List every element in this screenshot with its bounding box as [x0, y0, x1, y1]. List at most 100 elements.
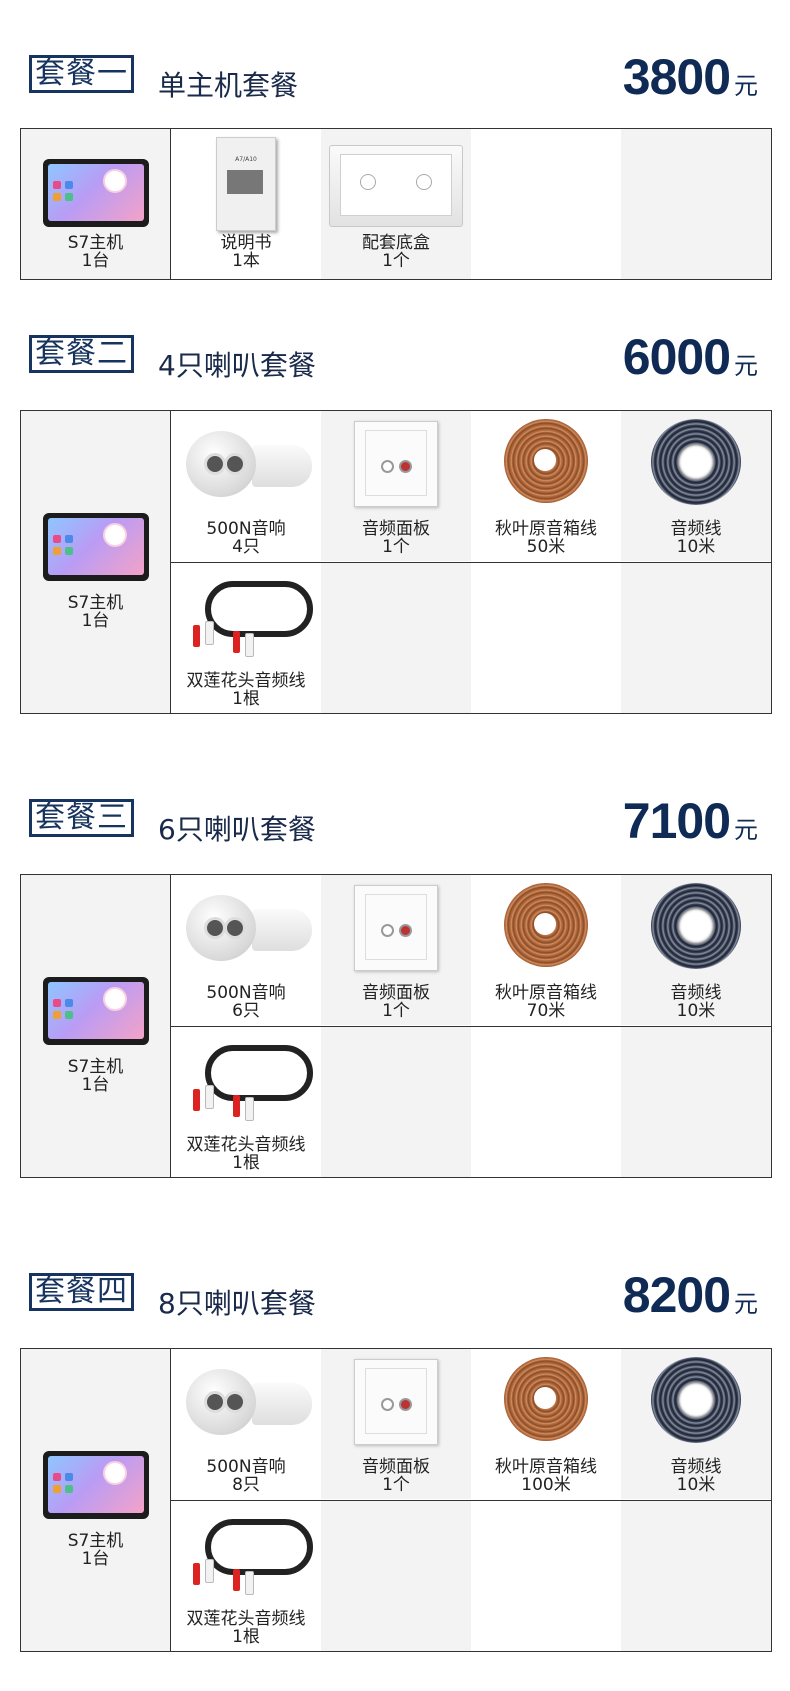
item-cell: 音频线 10米 — [621, 875, 771, 1025]
package-header: 套餐一 单主机套餐 3800 元 — [0, 38, 790, 108]
item-name: 秋叶原音箱线 — [495, 519, 597, 539]
package-price: 7100 元 — [622, 793, 758, 849]
package-3: 套餐三 6只喇叭套餐 7100 元 S7主机 1台 500N音响 6只 音频面板 … — [0, 782, 790, 1212]
s7-host-icon — [42, 513, 149, 581]
item-name: 音频面板 — [362, 519, 430, 539]
empty-cell — [321, 563, 471, 713]
audio-panel-icon — [354, 885, 438, 971]
manual-icon: A7/A10 — [216, 137, 276, 231]
audio-cable-icon — [651, 1357, 741, 1443]
empty-cell — [621, 563, 771, 713]
item-qty: 4只 — [232, 537, 260, 557]
package-tag: 套餐二 — [29, 335, 134, 373]
item-qty: 1本 — [232, 251, 260, 271]
host-qty: 1台 — [81, 611, 110, 631]
item-cell: 双莲花头音频线 1根 — [171, 1027, 321, 1177]
package-contents: S7主机 1台 500N音响 4只 音频面板 1个 秋叶原音箱线 50米 音频线… — [20, 410, 772, 714]
host-cell: S7主机 1台 — [21, 129, 171, 279]
package-title: 6只喇叭套餐 — [158, 813, 316, 846]
item-name: 说明书 — [220, 233, 272, 253]
package-title: 4只喇叭套餐 — [158, 349, 316, 382]
audio-cable-icon — [651, 883, 741, 969]
package-header: 套餐三 6只喇叭套餐 7100 元 — [0, 782, 790, 852]
item-name: 500N音响 — [206, 519, 286, 539]
empty-cell — [321, 1027, 471, 1177]
item-qty: 10米 — [676, 1475, 716, 1495]
item-cell: A7/A10 说明书 1本 — [171, 129, 321, 279]
package-price: 3800 元 — [622, 49, 758, 105]
s7-host-icon — [42, 159, 149, 227]
item-cell: 音频面板 1个 — [321, 1349, 471, 1499]
empty-cell — [621, 1027, 771, 1177]
item-name: 秋叶原音箱线 — [495, 983, 597, 1003]
item-cell: 500N音响 6只 — [171, 875, 321, 1025]
item-cell: 秋叶原音箱线 70米 — [471, 875, 621, 1025]
speaker-icon — [176, 423, 316, 503]
item-name: 500N音响 — [206, 983, 286, 1003]
audio-panel-icon — [354, 421, 438, 507]
speaker-cable-icon — [504, 883, 588, 967]
item-qty: 1根 — [232, 689, 260, 709]
package-contents: S7主机 1台 500N音响 6只 音频面板 1个 秋叶原音箱线 70米 音频线… — [20, 874, 772, 1178]
host-qty: 1台 — [81, 1075, 110, 1095]
item-cell: 配套底盒 1个 — [321, 129, 471, 279]
empty-cell — [621, 129, 771, 279]
speaker-icon — [176, 887, 316, 967]
item-cell: 双莲花头音频线 1根 — [171, 1501, 321, 1651]
item-qty: 1根 — [232, 1627, 260, 1647]
host-qty: 1台 — [81, 1549, 110, 1569]
item-cell: 音频线 10米 — [621, 411, 771, 561]
item-qty: 6只 — [232, 1001, 260, 1021]
package-title: 8只喇叭套餐 — [158, 1287, 316, 1320]
item-cell: 秋叶原音箱线 100米 — [471, 1349, 621, 1499]
host-name: S7主机 — [67, 1057, 124, 1077]
item-qty: 1个 — [382, 1001, 410, 1021]
item-name: 500N音响 — [206, 1457, 286, 1477]
package-contents: S7主机 1台 500N音响 8只 音频面板 1个 秋叶原音箱线 100米 音频… — [20, 1348, 772, 1652]
item-name: 双莲花头音频线 — [186, 1609, 306, 1629]
item-name: 音频面板 — [362, 1457, 430, 1477]
package-title: 单主机套餐 — [158, 69, 299, 102]
speaker-cable-icon — [504, 1357, 588, 1441]
package-price: 6000 元 — [622, 329, 758, 385]
host-cell: S7主机 1台 — [21, 875, 171, 1177]
item-name: 双莲花头音频线 — [186, 671, 306, 691]
item-cell: 音频面板 1个 — [321, 875, 471, 1025]
s7-host-icon — [42, 1451, 149, 1519]
package-2: 套餐二 4只喇叭套餐 6000 元 S7主机 1台 500N音响 4只 音频面板 … — [0, 318, 790, 748]
item-qty: 8只 — [232, 1475, 260, 1495]
package-contents: S7主机 1台 A7/A10 说明书 1本 配套底盒 1个 — [20, 128, 772, 280]
item-cell: 500N音响 4只 — [171, 411, 321, 561]
package-tag: 套餐一 — [29, 55, 134, 93]
audio-panel-icon — [354, 1359, 438, 1445]
empty-cell — [321, 1501, 471, 1651]
speaker-icon — [176, 1361, 316, 1441]
item-qty: 1个 — [382, 1475, 410, 1495]
package-price: 8200 元 — [622, 1267, 758, 1323]
package-1: 套餐一 单主机套餐 3800 元 S7主机 1台 A7/A10 说明书 1本 配套… — [0, 38, 790, 288]
item-name: 双莲花头音频线 — [186, 1135, 306, 1155]
host-name: S7主机 — [67, 233, 124, 253]
s7-host-icon — [42, 977, 149, 1045]
item-name: 音频线 — [670, 519, 722, 539]
item-cell: 音频线 10米 — [621, 1349, 771, 1499]
host-name: S7主机 — [67, 593, 124, 613]
item-cell: 秋叶原音箱线 50米 — [471, 411, 621, 561]
package-tag: 套餐四 — [29, 1273, 134, 1311]
host-cell: S7主机 1台 — [21, 411, 171, 713]
item-qty: 50米 — [526, 537, 566, 557]
item-name: 音频面板 — [362, 983, 430, 1003]
item-qty: 100米 — [521, 1475, 571, 1495]
item-qty: 70米 — [526, 1001, 566, 1021]
empty-cell — [621, 1501, 771, 1651]
host-name: S7主机 — [67, 1531, 124, 1551]
item-name: 配套底盒 — [362, 233, 430, 253]
item-qty: 10米 — [676, 1001, 716, 1021]
package-header: 套餐二 4只喇叭套餐 6000 元 — [0, 318, 790, 388]
item-name: 音频线 — [670, 1457, 722, 1477]
package-4: 套餐四 8只喇叭套餐 8200 元 S7主机 1台 500N音响 8只 音频面板 … — [0, 1256, 790, 1686]
item-qty: 1个 — [382, 537, 410, 557]
speaker-cable-icon — [504, 419, 588, 503]
host-cell: S7主机 1台 — [21, 1349, 171, 1651]
audio-cable-icon — [651, 419, 741, 505]
